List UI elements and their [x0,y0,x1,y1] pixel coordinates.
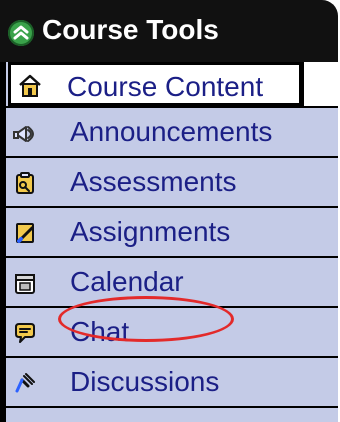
course-tools-title: Course Tools [42,14,219,45]
discussions-highlight [58,296,234,342]
menu-item-label: Discussions [70,366,220,397]
menu-item-label: Announcements [70,116,273,147]
collapse-icon[interactable] [8,20,34,46]
megaphone-icon [12,120,38,146]
menu-item-assessments[interactable]: Assessments [6,156,338,206]
pencil-paper-icon [12,220,38,246]
home-icon [17,73,43,99]
menu-item-label: Assignments [70,216,231,247]
assessment-icon [12,170,38,196]
course-tools-panel: Course Tools Course Content Announcement… [0,0,340,422]
pushpin-icon [12,370,38,396]
menu-item-course-content[interactable]: Course Content [8,62,302,106]
menu-item-discussions[interactable]: Discussions [6,356,338,406]
menu-item-announcements[interactable]: Announcements [6,106,338,156]
menu-item-partial [6,406,338,422]
menu-item-label: Assessments [70,166,237,197]
course-tools-menu: Course Content Announcements Assessments… [0,62,338,422]
menu-item-label: Course Content [67,71,264,102]
course-tools-header[interactable]: Course Tools [0,0,338,62]
menu-item-label: Calendar [70,266,184,297]
menu-item-assignments[interactable]: Assignments [6,206,338,256]
calendar-icon [12,270,38,296]
chat-bubble-icon [12,320,38,346]
